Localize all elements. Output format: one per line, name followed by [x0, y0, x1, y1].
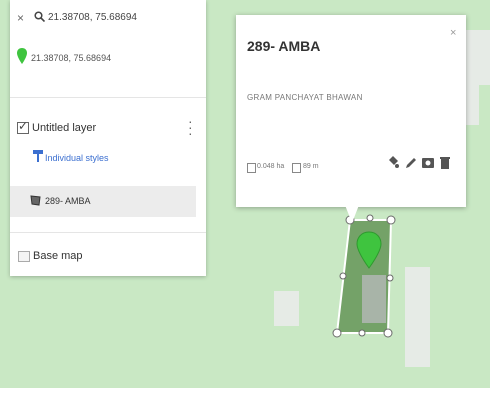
popup-title: 289- AMBA: [247, 38, 321, 54]
delete-trash-icon[interactable]: [440, 156, 450, 169]
layer-visibility-checkbox[interactable]: [17, 119, 29, 134]
search-query[interactable]: 21.38708, 75.68694: [48, 12, 137, 23]
layers-panel: × 21.38708, 75.68694 21.38708, 75.68694 …: [10, 0, 206, 276]
layer-options-icon[interactable]: · · ·: [188, 114, 193, 140]
base-map-icon[interactable]: [18, 251, 30, 262]
feature-label[interactable]: 289- AMBA: [45, 196, 91, 206]
popup-area: 0.048 ha: [257, 163, 285, 170]
divider: [10, 232, 206, 233]
popup-description: GRAM PANCHAYAT BHAWAN: [247, 93, 363, 102]
camera-icon[interactable]: [422, 156, 434, 169]
divider: [10, 97, 206, 98]
perimeter-icon: [292, 163, 301, 173]
layer-title[interactable]: Untitled layer: [32, 122, 96, 134]
popup-perimeter: 89 m: [303, 163, 319, 170]
search-icon[interactable]: [34, 11, 45, 22]
area-icon: [247, 163, 256, 173]
base-map-label[interactable]: Base map: [33, 250, 83, 262]
popup-pointer: [345, 205, 359, 223]
edit-pencil-icon[interactable]: [405, 156, 417, 169]
paint-bucket-icon: [33, 150, 43, 162]
individual-styles-link[interactable]: Individual styles: [45, 153, 109, 163]
close-search-icon[interactable]: ×: [17, 11, 24, 25]
popup-close-icon[interactable]: ×: [450, 27, 456, 39]
location-pin-icon: [17, 48, 27, 64]
location-coords[interactable]: 21.38708, 75.68694: [31, 53, 111, 63]
polygon-shape-icon: [30, 195, 41, 206]
style-paint-icon[interactable]: [387, 156, 399, 169]
feature-info-popup: × 289- AMBA GRAM PANCHAYAT BHAWAN 0.048 …: [236, 15, 466, 207]
